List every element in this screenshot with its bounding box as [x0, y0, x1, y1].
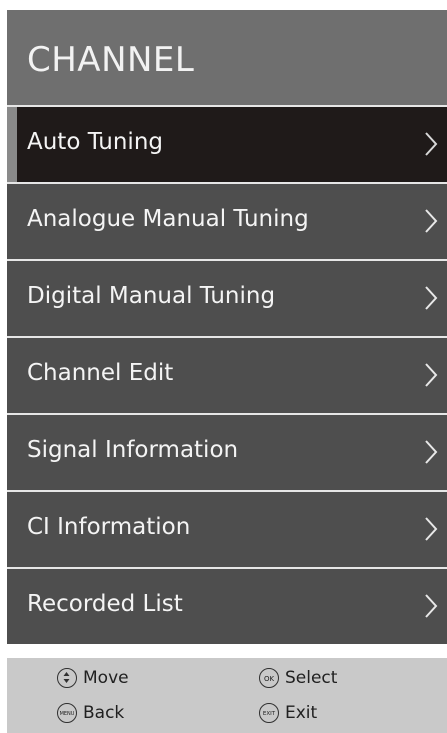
chevron-right-icon — [425, 440, 438, 464]
menu-header: CHANNEL — [7, 10, 447, 105]
exit-key-icon: EXIT — [259, 703, 279, 723]
menu-item-ci-information[interactable]: CI Information — [7, 492, 447, 567]
chevron-right-icon — [425, 286, 438, 310]
hint-exit: EXIT Exit — [259, 703, 317, 723]
chevron-right-icon — [425, 132, 438, 156]
menu-item-label: Auto Tuning — [27, 129, 163, 155]
menu-item-label: Analogue Manual Tuning — [27, 206, 309, 232]
menu-item-label: Digital Manual Tuning — [27, 283, 276, 309]
up-down-arrows-icon — [57, 668, 77, 688]
menu-item-auto-tuning[interactable]: Auto Tuning — [7, 107, 447, 182]
chevron-right-icon — [425, 363, 438, 387]
menu-item-label: Recorded List — [27, 591, 183, 617]
menu-item-signal-information[interactable]: Signal Information — [7, 415, 447, 490]
menu-item-digital-manual-tuning[interactable]: Digital Manual Tuning — [7, 261, 447, 336]
hint-select: OK Select — [259, 668, 337, 688]
hint-back: MENU Back — [57, 703, 124, 723]
hint-move-label: Move — [83, 668, 129, 688]
ok-key-icon: OK — [259, 668, 279, 688]
menu-item-channel-edit[interactable]: Channel Edit — [7, 338, 447, 413]
hint-exit-label: Exit — [285, 703, 318, 723]
hint-select-label: Select — [285, 668, 338, 688]
hint-move: Move — [57, 668, 129, 688]
chevron-right-icon — [425, 594, 438, 618]
chevron-right-icon — [425, 517, 438, 541]
hint-back-label: Back — [83, 703, 125, 723]
menu-item-analogue-manual-tuning[interactable]: Analogue Manual Tuning — [7, 184, 447, 259]
menu-item-label: CI Information — [27, 514, 191, 540]
menu-title: CHANNEL — [27, 40, 195, 80]
menu-key-icon: MENU — [57, 703, 77, 723]
menu-item-label: Channel Edit — [27, 360, 174, 386]
chevron-right-icon — [425, 209, 438, 233]
menu-item-recorded-list[interactable]: Recorded List — [7, 569, 447, 644]
key-hint-bar: Move OK Select MENU Back EXIT Exit — [7, 658, 447, 733]
menu-item-label: Signal Information — [27, 437, 239, 463]
channel-menu: CHANNEL Auto Tuning Analogue Manual Tuni… — [7, 10, 447, 733]
